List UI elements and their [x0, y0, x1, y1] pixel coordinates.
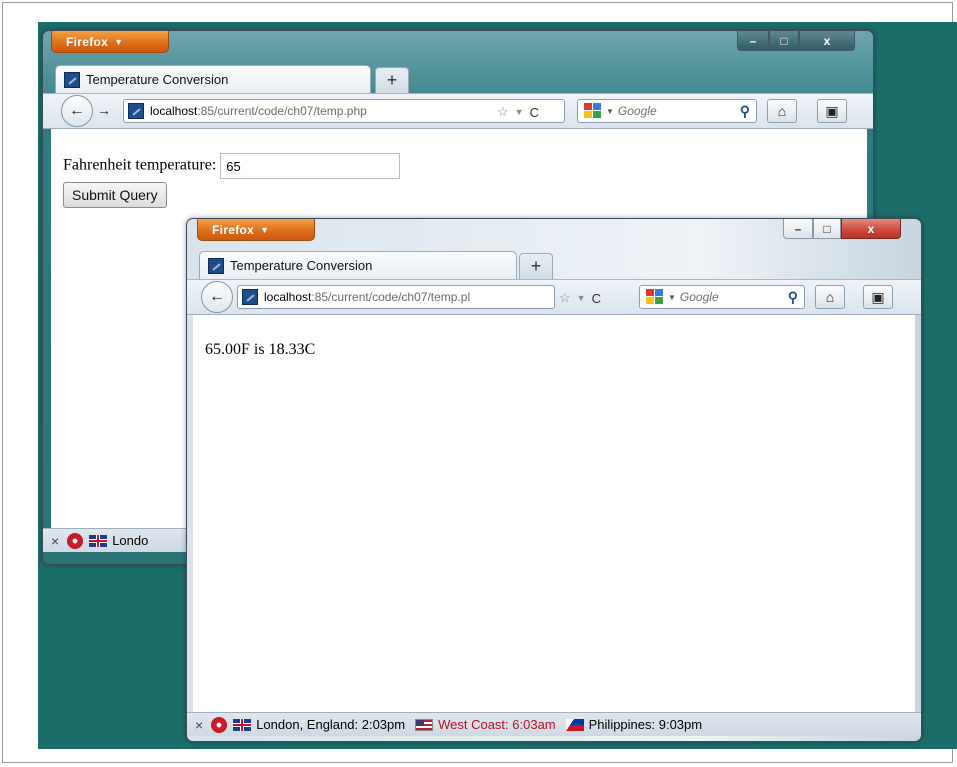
window-controls: – □ x: [783, 219, 901, 239]
status-clock-text: Londo: [112, 533, 149, 548]
firefox-menu-label: Firefox: [212, 222, 255, 237]
page-favicon-icon: [208, 257, 224, 274]
us-flag-icon: [415, 718, 434, 731]
window-controls: – □ x: [737, 31, 855, 51]
close-statusbar-icon[interactable]: ×: [195, 717, 203, 733]
firefox-menu-label: Firefox: [66, 34, 109, 49]
temperature-form: Fahrenheit temperature: Submit Query: [63, 153, 867, 208]
weather-icon[interactable]: [67, 532, 84, 549]
minimize-button[interactable]: –: [783, 219, 813, 239]
search-icon[interactable]: ⚲: [788, 289, 798, 306]
url-actions: ☆ ▼ C: [497, 104, 539, 120]
maximize-button[interactable]: □: [813, 219, 841, 239]
url-favicon-icon: [242, 289, 258, 305]
url-actions: ☆ ▼ C: [559, 290, 601, 306]
clock-philippines[interactable]: Philippines: 9:03pm: [589, 717, 702, 732]
tab-title: Temperature Conversion: [86, 72, 229, 87]
history-dropdown-icon[interactable]: ▼: [577, 293, 586, 303]
back-button[interactable]: ←: [201, 281, 233, 313]
uk-flag-icon: [233, 718, 252, 731]
url-path: :85/current/code/ch07/temp.php: [197, 104, 367, 118]
search-icon[interactable]: ⚲: [740, 103, 750, 120]
close-window-button[interactable]: x: [841, 219, 901, 239]
home-button[interactable]: ⌂: [815, 285, 845, 309]
fahrenheit-label: Fahrenheit temperature:: [63, 156, 217, 174]
google-logo-icon: [646, 289, 664, 305]
minimize-button[interactable]: –: [737, 31, 769, 51]
url-host: localhost: [264, 290, 312, 304]
clock-london[interactable]: London, England: 2:03pm: [256, 717, 405, 732]
weather-icon[interactable]: [211, 716, 228, 733]
reload-icon[interactable]: C: [530, 105, 539, 120]
url-bar[interactable]: localhost :85/current/code/ch07/temp.pl: [237, 285, 555, 309]
bookmarks-button[interactable]: ▣: [817, 99, 847, 123]
new-tab-button[interactable]: +: [375, 67, 409, 93]
maximize-button[interactable]: □: [769, 31, 799, 51]
tab-title: Temperature Conversion: [230, 258, 373, 273]
uk-flag-icon: [89, 534, 108, 547]
engine-dropdown-icon[interactable]: ▼: [606, 107, 614, 116]
firefox-menu-button[interactable]: Firefox ▼: [51, 31, 169, 53]
status-bar: × London, England: 2:03pm West Coast: 6:…: [187, 712, 921, 736]
clock-west-coast[interactable]: West Coast: 6:03am: [438, 717, 556, 732]
close-statusbar-icon[interactable]: ×: [51, 533, 59, 549]
url-path: :85/current/code/ch07/temp.pl: [311, 290, 471, 304]
close-window-button[interactable]: x: [799, 31, 855, 51]
search-placeholder: Google: [617, 104, 657, 118]
navigation-toolbar: ← localhost :85/current/code/ch07/temp.p…: [187, 279, 921, 315]
philippines-flag-icon: [565, 718, 584, 731]
page-content: 65.00F is 18.33C: [193, 315, 915, 713]
submit-query-button[interactable]: Submit Query: [63, 182, 167, 208]
conversion-result: 65.00F is 18.33C: [205, 341, 316, 358]
home-button[interactable]: ⌂: [767, 99, 797, 123]
fahrenheit-input[interactable]: [220, 153, 401, 179]
new-tab-button[interactable]: +: [519, 253, 553, 279]
navigation-toolbar: ← → localhost :85/current/code/ch07/temp…: [43, 93, 873, 129]
dropdown-arrow-icon: ▼: [260, 224, 270, 235]
url-host: localhost: [150, 104, 198, 118]
back-button[interactable]: ←: [61, 95, 93, 127]
bookmark-star-icon[interactable]: ☆: [497, 104, 509, 120]
tab-temperature-conversion[interactable]: Temperature Conversion: [55, 65, 371, 93]
url-favicon-icon: [128, 103, 144, 119]
bookmarks-button[interactable]: ▣: [863, 285, 893, 309]
tab-temperature-conversion[interactable]: Temperature Conversion: [199, 251, 517, 279]
forward-button[interactable]: →: [97, 102, 111, 118]
firefox-menu-button[interactable]: Firefox ▼: [197, 219, 315, 241]
search-box[interactable]: ▼ Google ⚲: [577, 99, 757, 123]
page-favicon-icon: [64, 71, 80, 88]
search-box[interactable]: ▼ Google ⚲: [639, 285, 805, 309]
google-logo-icon: [584, 103, 602, 119]
engine-dropdown-icon[interactable]: ▼: [668, 293, 676, 302]
bookmark-star-icon[interactable]: ☆: [559, 290, 571, 306]
reload-icon[interactable]: C: [592, 291, 601, 306]
history-dropdown-icon[interactable]: ▼: [515, 107, 524, 117]
dropdown-arrow-icon: ▼: [114, 36, 124, 47]
search-placeholder: Google: [679, 290, 719, 304]
browser-window-front: Firefox ▼ – □ x Temperature Conversion +…: [186, 218, 922, 742]
